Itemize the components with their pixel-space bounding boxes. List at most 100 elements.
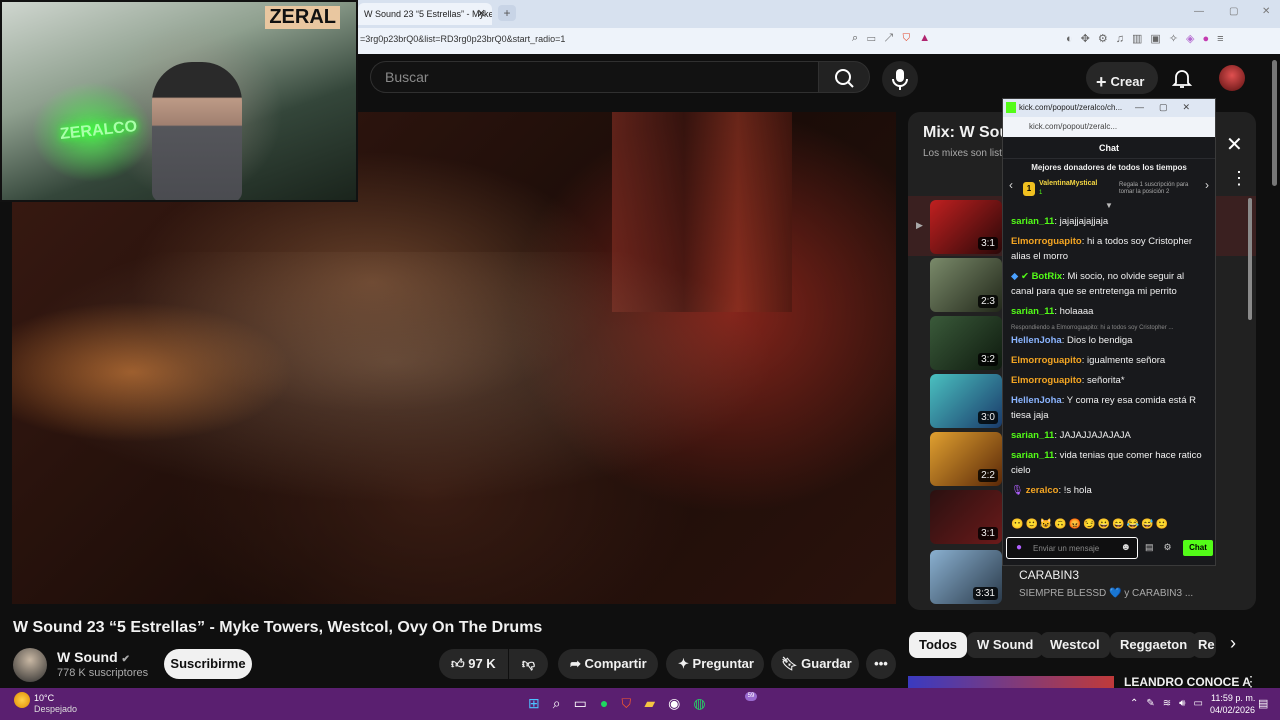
recommendation-title[interactable]: LEANDRO CONOCE A <box>1124 675 1251 689</box>
chat-username[interactable]: HellenJoha <box>1011 395 1062 406</box>
settings-icon[interactable]: ⚙ <box>1098 33 1116 45</box>
search-icon[interactable]: ⌕ <box>553 695 574 711</box>
playlist-item[interactable]: 3:2 <box>930 316 1002 370</box>
clock-time[interactable]: 11:59 p. m. <box>1211 693 1255 703</box>
chat-window-titlebar[interactable]: kick.com/popout/zeralco/ch... —▢✕ <box>1003 99 1215 117</box>
gift-icon[interactable]: ▤ <box>1145 542 1164 552</box>
obs-icon[interactable]: ◉ <box>668 695 693 711</box>
chevron-up-icon[interactable]: ⌃ <box>1130 698 1146 709</box>
task-view-icon[interactable]: ▭ <box>574 695 600 711</box>
chat-username[interactable]: Elmorroguapito <box>1011 236 1082 247</box>
playlist-item[interactable]: 3:1 <box>930 200 1002 254</box>
playlist-item[interactable]: 2:3 <box>930 258 1002 312</box>
chat-username[interactable]: sarian_11 <box>1011 306 1054 317</box>
search-button[interactable] <box>818 61 870 93</box>
playlist-item[interactable]: 3:31 <box>930 550 1002 604</box>
playlist-item[interactable]: 3:0 <box>930 374 1002 428</box>
chevron-right-icon[interactable]: › <box>1205 178 1209 192</box>
rewards-icon[interactable]: ▲ <box>919 32 939 44</box>
weather-temperature[interactable]: 10°C <box>34 693 54 703</box>
create-button[interactable]: + Crear <box>1086 62 1158 94</box>
playlist-item[interactable]: 3:1 <box>930 490 1002 544</box>
start-icon[interactable]: ⊞ <box>528 695 553 711</box>
chip-w-sound[interactable]: W Sound <box>967 632 1044 658</box>
volume-icon[interactable]: 🔊︎ <box>1179 698 1193 709</box>
chat-url-bar[interactable]: kick.com/popout/zeralc... <box>1003 117 1215 137</box>
chat-username[interactable]: Elmorroguapito <box>1011 355 1082 366</box>
reply-reference[interactable]: Respondiendo a Elmorroguapito: hi a todo… <box>1011 324 1207 332</box>
taskbar-apps[interactable]: ⊞⌕▭●⛉▰◉◍ <box>528 695 719 712</box>
weather-icon[interactable] <box>14 692 30 708</box>
weather-condition[interactable]: Despejado <box>34 704 77 714</box>
whatsapp-icon[interactable]: ◍ <box>693 695 718 711</box>
donor-name[interactable]: ValentinaMystical <box>1039 180 1097 187</box>
vpn-icon[interactable]: ◈ <box>1186 33 1202 45</box>
page-scrollbar[interactable] <box>1272 60 1277 186</box>
profile-icon[interactable]: ● <box>1203 33 1218 45</box>
system-tray[interactable]: ⌃✎≋🔊︎▭ <box>1130 698 1211 709</box>
wifi-icon[interactable]: ≋ <box>1163 698 1179 709</box>
channel-name[interactable]: W Sound ✔ <box>57 649 130 665</box>
chat-window-controls[interactable]: —▢✕ <box>1135 102 1205 113</box>
battery-icon[interactable]: ▭ <box>1193 698 1210 709</box>
more-actions-button[interactable]: ••• <box>866 649 896 679</box>
dislike-button[interactable]: 👎︎ <box>509 649 548 679</box>
emoji-icon[interactable]: ☻ <box>1120 542 1131 553</box>
pinned-expand-icon[interactable]: ▼ <box>1003 202 1215 212</box>
more-options-icon[interactable]: ⋮ <box>1230 168 1248 189</box>
close-icon[interactable]: ✕ <box>1226 132 1243 157</box>
chat-message-input[interactable]: ● Enviar un mensaje ☻ <box>1006 537 1138 559</box>
playlist-item-title[interactable]: CARABIN3 <box>1019 568 1079 582</box>
notifications-icon[interactable]: ▤ <box>1258 697 1268 710</box>
leo-icon[interactable]: ✧ <box>1169 33 1186 45</box>
recommendation-thumbnail[interactable] <box>908 676 1114 688</box>
chat-username[interactable]: zeralco <box>1026 485 1059 496</box>
microphone-icon[interactable]: ● <box>1016 542 1022 553</box>
share-page-icon[interactable]: ↗ <box>885 32 903 44</box>
subscribe-button[interactable]: Suscribirme <box>164 649 252 679</box>
like-button[interactable]: 👍︎ 97 K <box>439 649 508 679</box>
minimize-icon[interactable]: — <box>1194 6 1204 17</box>
account-avatar[interactable] <box>1219 65 1245 91</box>
channel-avatar[interactable] <box>13 648 47 682</box>
notifications-button[interactable] <box>1170 66 1194 90</box>
extension-icon[interactable]: ◐ <box>1066 33 1081 45</box>
chat-username[interactable]: BotRix <box>1032 271 1063 282</box>
spotify-icon[interactable]: ● <box>600 695 621 711</box>
playlist-scrollbar[interactable] <box>1248 198 1252 320</box>
puzzle-icon[interactable]: ✥ <box>1081 33 1098 45</box>
chip-all[interactable]: Todos <box>909 632 968 658</box>
chat-send-button[interactable]: Chat <box>1183 540 1213 556</box>
search-input[interactable]: Buscar <box>370 61 818 93</box>
chat-username[interactable]: sarian_11 <box>1011 450 1054 461</box>
playlist-item[interactable]: 2:2 <box>930 432 1002 486</box>
pen-icon[interactable]: ✎ <box>1146 698 1162 709</box>
chevron-left-icon[interactable]: ‹ <box>1009 178 1013 192</box>
chat-username[interactable]: sarian_11 <box>1011 430 1054 441</box>
chat-username[interactable]: HellenJoha <box>1011 335 1062 346</box>
chat-username[interactable]: Elmorroguapito <box>1011 375 1082 386</box>
close-window-icon[interactable]: ✕ <box>1262 6 1270 17</box>
screen-icon[interactable]: ▭ <box>867 32 884 44</box>
sidebar-icon[interactable]: ▥ <box>1132 33 1150 45</box>
ask-button[interactable]: ✦ Preguntar <box>666 649 764 679</box>
chevron-right-icon[interactable]: › <box>1230 633 1236 654</box>
gear-icon[interactable]: ⚙ <box>1164 542 1182 552</box>
share-button[interactable]: ➦ Compartir <box>558 649 658 679</box>
browser-tab[interactable]: W Sound 23 “5 Estrellas” - Myke ✕ <box>358 3 492 25</box>
new-tab-button[interactable]: + <box>498 5 516 21</box>
address-actions[interactable]: ⌕▭↗⛉▲ <box>852 32 939 45</box>
chip-partial[interactable]: Re <box>1192 632 1216 658</box>
emote-bar[interactable]: 😶🙂😺🙃😡😏😀😄😂😅🙂 <box>1011 519 1170 530</box>
voice-search-button[interactable] <box>882 61 918 97</box>
menu-icon[interactable]: ≡ <box>1217 33 1231 45</box>
tab-close-icon[interactable]: ✕ <box>477 7 486 20</box>
chat-username[interactable]: sarian_11 <box>1011 216 1054 227</box>
zoom-icon[interactable]: ⌕ <box>852 32 867 44</box>
chat-tools[interactable]: ▤⚙ <box>1145 542 1182 553</box>
wallet-icon[interactable]: ▣ <box>1150 33 1168 45</box>
chip-reggaeton[interactable]: Reggaeton <box>1110 632 1198 658</box>
brave-shield-icon[interactable]: ⛉ <box>902 32 919 44</box>
gift-sub-prompt[interactable]: Regala 1 suscripción para tomar la posic… <box>1119 182 1201 196</box>
save-button[interactable]: 🔖︎ Guardar <box>771 649 859 679</box>
